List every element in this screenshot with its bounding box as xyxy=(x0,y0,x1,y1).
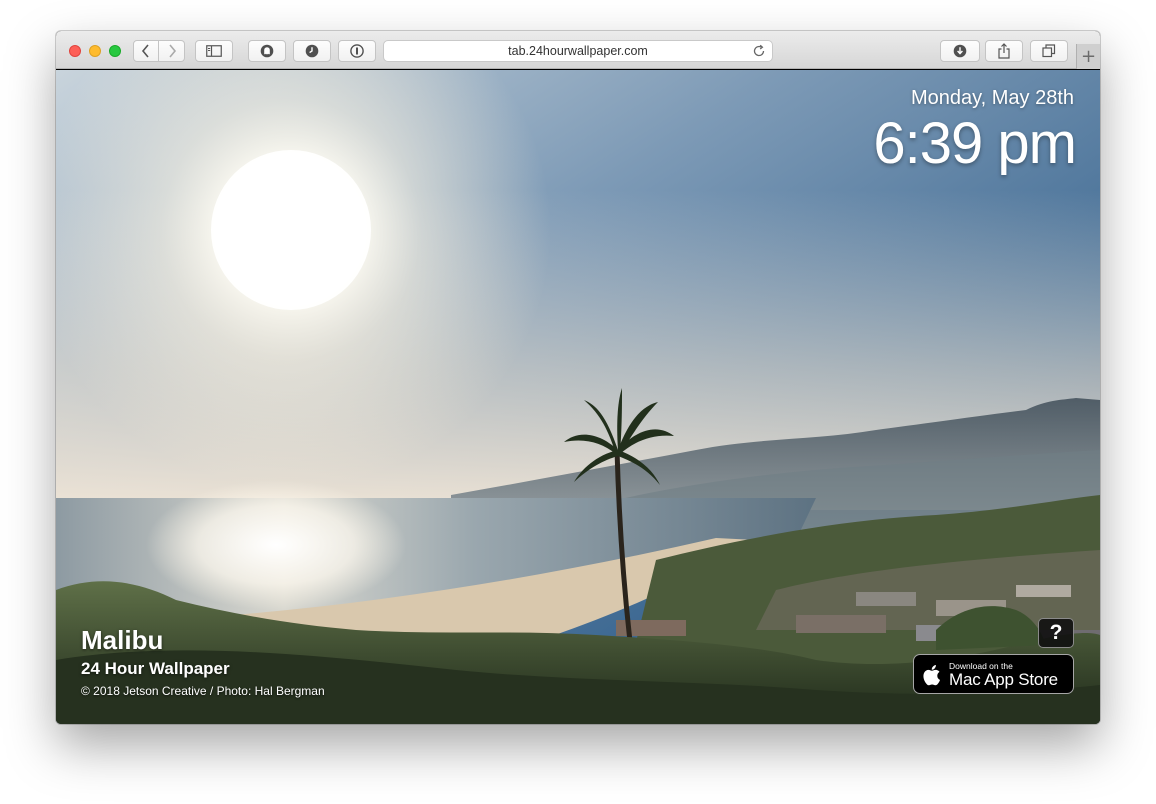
tabs-overview-icon xyxy=(1042,44,1056,58)
tab-overview-button[interactable] xyxy=(1030,40,1068,62)
wallpaper-location-title: Malibu xyxy=(81,625,164,655)
back-button[interactable] xyxy=(133,40,159,62)
onepassword-extension-button[interactable] xyxy=(338,40,376,62)
history-extension-button[interactable] xyxy=(293,40,331,62)
forward-button[interactable] xyxy=(159,40,185,62)
browser-window: tab.24hourwallpaper.com + Monday, May 28… xyxy=(56,31,1100,724)
clock-date: Monday, May 28th xyxy=(910,87,1074,109)
close-window-button[interactable] xyxy=(69,45,81,57)
mac-app-store-badge[interactable]: Download on the Mac App Store xyxy=(913,654,1074,694)
sidebar-button[interactable] xyxy=(195,40,233,62)
reload-icon xyxy=(753,44,765,57)
clock-time: 6:39 pm xyxy=(873,111,1077,176)
ghostery-extension-button[interactable] xyxy=(248,40,286,62)
help-button[interactable]: ? xyxy=(1038,618,1074,648)
app-store-big-label: Mac App Store xyxy=(949,670,1058,689)
forward-icon xyxy=(168,44,176,58)
history-clock-icon xyxy=(305,44,319,58)
new-tab-page: Monday, May 28th 6:39 pm Malibu 24 Hour … xyxy=(56,70,1100,724)
reload-button[interactable] xyxy=(752,44,766,63)
back-icon xyxy=(141,44,149,58)
new-tab-button[interactable]: + xyxy=(1076,44,1100,69)
sidebar-icon xyxy=(206,45,222,57)
downloads-button[interactable] xyxy=(940,40,980,62)
share-button[interactable] xyxy=(985,40,1023,62)
address-bar[interactable]: tab.24hourwallpaper.com xyxy=(383,40,773,62)
minimize-window-button[interactable] xyxy=(89,45,101,57)
browser-toolbar: tab.24hourwallpaper.com + xyxy=(56,31,1100,69)
share-icon xyxy=(998,43,1010,59)
address-url[interactable]: tab.24hourwallpaper.com xyxy=(508,44,648,58)
apple-logo-icon xyxy=(923,665,940,686)
photo-credit: © 2018 Jetson Creative / Photo: Hal Berg… xyxy=(81,684,325,698)
ghostery-icon xyxy=(260,44,274,58)
zoom-window-button[interactable] xyxy=(109,45,121,57)
onepassword-icon xyxy=(350,44,364,58)
app-name-label: 24 Hour Wallpaper xyxy=(81,659,230,678)
download-icon xyxy=(953,44,967,58)
